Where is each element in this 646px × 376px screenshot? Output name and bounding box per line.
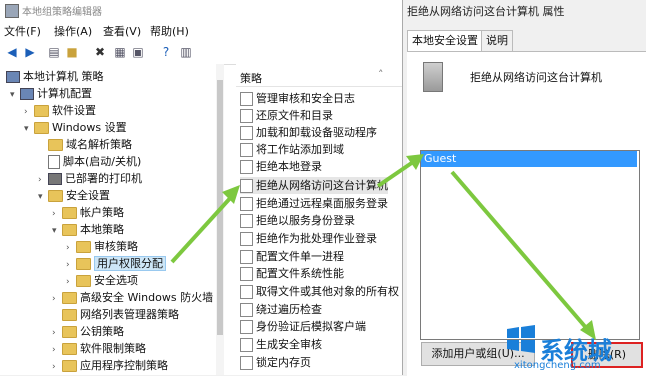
arrow-to-remove [450, 170, 596, 340]
watermark-url: xitongcheng.com [514, 360, 601, 371]
windows-logo-icon [507, 325, 535, 353]
arrow-to-policy [170, 185, 240, 264]
annotation-arrows [170, 154, 596, 340]
arrow-to-dialog [376, 154, 424, 188]
